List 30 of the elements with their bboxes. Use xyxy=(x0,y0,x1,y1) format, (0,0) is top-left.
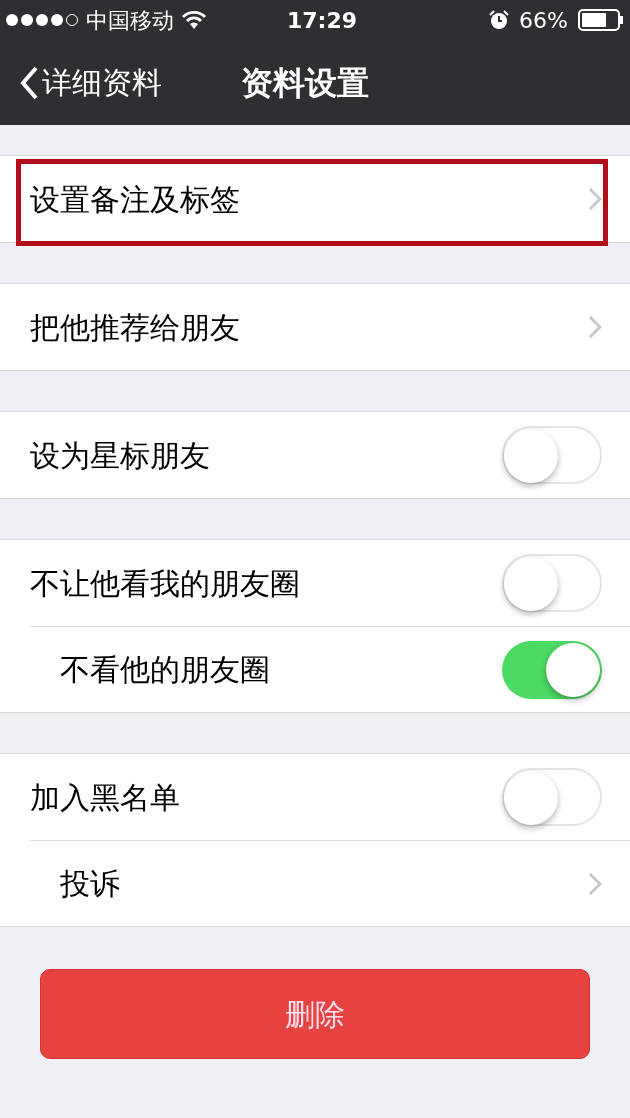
wifi-icon xyxy=(182,11,206,29)
settings-row[interactable]: 加入黑名单 xyxy=(0,754,630,840)
settings-row[interactable]: 设为星标朋友 xyxy=(0,412,630,498)
battery-icon xyxy=(578,9,624,31)
settings-row[interactable]: 把他推荐给朋友 xyxy=(0,284,630,370)
settings-row[interactable]: 不看他的朋友圈 xyxy=(30,626,630,712)
chevron-icon xyxy=(588,871,602,896)
row-label: 设置备注及标签 xyxy=(30,180,240,219)
row-label: 投诉 xyxy=(60,865,120,903)
settings-row[interactable]: 设置备注及标签 xyxy=(0,156,630,242)
chevron-icon xyxy=(588,315,602,339)
toggle-switch[interactable] xyxy=(502,640,602,699)
chevron-icon xyxy=(588,187,602,211)
battery-percentage: 66% xyxy=(519,6,568,35)
toggle-switch[interactable] xyxy=(502,768,602,826)
row-label: 不看他的朋友圈 xyxy=(60,651,270,689)
clock-time: 17:29 xyxy=(287,6,358,35)
toggle-switch[interactable] xyxy=(502,426,602,484)
row-label: 设为星标朋友 xyxy=(30,436,210,475)
row-label: 把他推荐给朋友 xyxy=(30,308,240,347)
alarm-icon xyxy=(489,10,510,30)
back-chevron-icon xyxy=(20,65,38,100)
back-button[interactable]: 详细资料 xyxy=(0,60,162,105)
carrier-name: 中国移动 xyxy=(86,6,174,35)
settings-row[interactable]: 投诉 xyxy=(30,840,630,926)
row-label: 不让他看我的朋友圈 xyxy=(30,564,300,603)
page-title: 资料设置 xyxy=(241,62,369,104)
row-label: 加入黑名单 xyxy=(30,778,180,817)
toggle-switch[interactable] xyxy=(502,554,602,612)
settings-row[interactable]: 不让他看我的朋友圈 xyxy=(0,540,630,626)
